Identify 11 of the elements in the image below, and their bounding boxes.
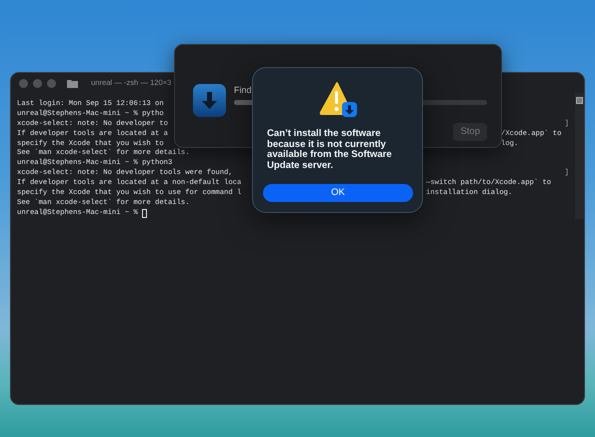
status-text: Find [234, 84, 253, 96]
zoom-button[interactable] [47, 78, 56, 88]
folder-icon [67, 78, 78, 88]
ok-button[interactable]: OK [263, 184, 413, 202]
warning-icon [318, 80, 358, 120]
scroll-square-icon [576, 97, 583, 104]
close-button[interactable] [19, 78, 28, 88]
alert-message: Can’t install the software because it is not currently available from the Software Update server. [266, 129, 393, 172]
download-app-icon [193, 84, 226, 117]
scrollbar[interactable] [575, 93, 584, 219]
minimize-button[interactable] [33, 78, 42, 88]
